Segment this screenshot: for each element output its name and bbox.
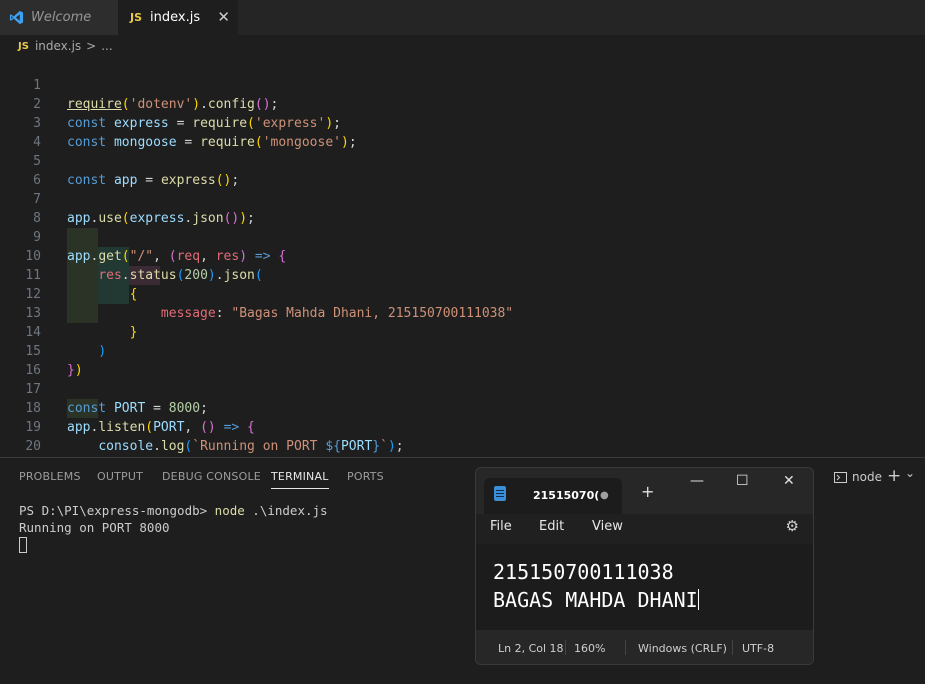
panel-tab-debug-console[interactable]: DEBUG CONSOLE <box>162 470 261 483</box>
panel-tab-problems[interactable]: PROBLEMS <box>19 470 81 483</box>
js-file-icon: JS <box>18 40 29 52</box>
vscode-logo-icon <box>9 10 24 25</box>
code-line: 17 const PORT = 8000; <box>0 361 925 416</box>
code-line: 5 const app = express(); <box>0 133 925 188</box>
terminal-prompt: PS D:\PI\express-mongodb> <box>19 503 215 518</box>
breadcrumb: JS index.js > ... <box>0 35 925 57</box>
close-window-button[interactable]: ✕ <box>783 473 795 489</box>
breadcrumb-file[interactable]: index.js <box>35 39 81 53</box>
zoom-level[interactable]: 160% <box>574 642 605 655</box>
menu-edit[interactable]: Edit <box>539 519 564 534</box>
line-ending[interactable]: Windows (CRLF) <box>638 642 727 655</box>
code-line: 6 <box>0 152 925 188</box>
notepad-window: 21515070( ● + — ☐ ✕ File Edit View ⚙ 215… <box>475 467 814 665</box>
status-divider <box>565 640 566 655</box>
code-line: 2 const express = require('express'); <box>0 76 925 131</box>
code-line: 10 res.status(200).json( <box>0 228 925 283</box>
terminal-command: node <box>214 503 245 518</box>
gear-icon[interactable]: ⚙ <box>786 517 799 535</box>
notepad-titlebar[interactable]: 21515070( ● + — ☐ ✕ <box>476 468 813 514</box>
status-divider <box>732 640 733 655</box>
notepad-statusbar: Ln 2, Col 18 160% Windows (CRLF) UTF-8 <box>476 630 813 664</box>
code-line: 3 const mongoose = require('mongoose'); <box>0 95 925 150</box>
terminal-args: .\index.js <box>244 503 328 518</box>
breadcrumb-symbols[interactable]: ... <box>101 39 112 53</box>
code-line: 14 ) <box>0 304 925 359</box>
notepad-app-icon <box>494 486 506 501</box>
add-terminal-icon[interactable]: + <box>887 466 901 486</box>
new-tab-button[interactable]: + <box>641 482 654 501</box>
tab-index-label: index.js <box>150 10 201 25</box>
encoding[interactable]: UTF-8 <box>742 642 774 655</box>
terminal-output: Running on PORT 8000 <box>19 520 170 535</box>
code-line: 15 }) <box>0 323 925 378</box>
unsaved-dot-icon: ● <box>600 490 609 501</box>
terminal-icon <box>834 471 847 483</box>
editor-tab-bar: Welcome JS index.js ✕ <box>0 0 925 35</box>
notepad-text-area[interactable]: 215150700111038 BAGAS MAHDA DHANI <box>476 544 813 630</box>
code-line: 1 require('dotenv').config(); <box>0 57 925 112</box>
notepad-text-line: BAGAS MAHDA DHANI <box>493 588 698 612</box>
code-line: 16 <box>0 342 925 378</box>
chevron-down-icon[interactable]: ⌄ <box>905 466 915 480</box>
code-line: 9 app.get("/", (req, res) => { <box>0 209 925 264</box>
panel-tab-ports[interactable]: PORTS <box>347 470 384 483</box>
terminal-instance[interactable]: node <box>834 470 882 484</box>
menu-view[interactable]: View <box>592 519 623 534</box>
panel-tab-terminal[interactable]: TERMINAL <box>271 470 329 489</box>
notepad-menubar: File Edit View ⚙ <box>476 514 813 544</box>
code-line: 18 app.listen(PORT, () => { <box>0 380 925 435</box>
tab-welcome[interactable]: Welcome <box>0 0 118 35</box>
tab-index-js[interactable]: JS index.js ✕ <box>118 0 238 35</box>
code-line: 4 <box>0 114 925 150</box>
terminal-command-line: PS D:\PI\express-mongodb> node .\index.j… <box>19 503 328 518</box>
close-icon[interactable]: ✕ <box>217 8 230 26</box>
notepad-tab-title: 21515070( <box>533 489 600 502</box>
notepad-tab[interactable]: 21515070( ● <box>484 478 622 514</box>
js-file-icon: JS <box>130 11 143 24</box>
menu-file[interactable]: File <box>490 519 512 534</box>
code-line: 19 console.log(`Running on PORT ${PORT}`… <box>0 399 925 454</box>
cursor-position: Ln 2, Col 18 <box>498 642 564 655</box>
code-line: 7 app.use(express.json()); <box>0 171 925 226</box>
code-line: 12 message: "Bagas Mahda Dhani, 21515070… <box>0 266 925 321</box>
notepad-text-line: 215150700111038 <box>493 560 674 584</box>
tab-welcome-label: Welcome <box>31 10 92 25</box>
code-line: 8 <box>0 190 925 226</box>
terminal-cursor <box>19 537 27 553</box>
code-line: 20 }) <box>0 418 925 473</box>
panel-tab-output[interactable]: OUTPUT <box>97 470 143 483</box>
status-divider <box>625 640 626 655</box>
code-line: 11 { <box>0 247 925 302</box>
maximize-button[interactable]: ☐ <box>736 473 749 489</box>
code-line: 21 <box>0 437 925 473</box>
code-editor[interactable]: 1 require('dotenv').config(); 2 const ex… <box>0 57 925 473</box>
code-line: 13 } <box>0 285 925 340</box>
minimize-button[interactable]: — <box>690 473 704 489</box>
breadcrumb-separator: > <box>86 39 97 53</box>
notepad-text-line-2: BAGAS MAHDA DHANI <box>493 588 699 612</box>
terminal-name: node <box>852 470 882 484</box>
text-caret <box>697 589 699 610</box>
